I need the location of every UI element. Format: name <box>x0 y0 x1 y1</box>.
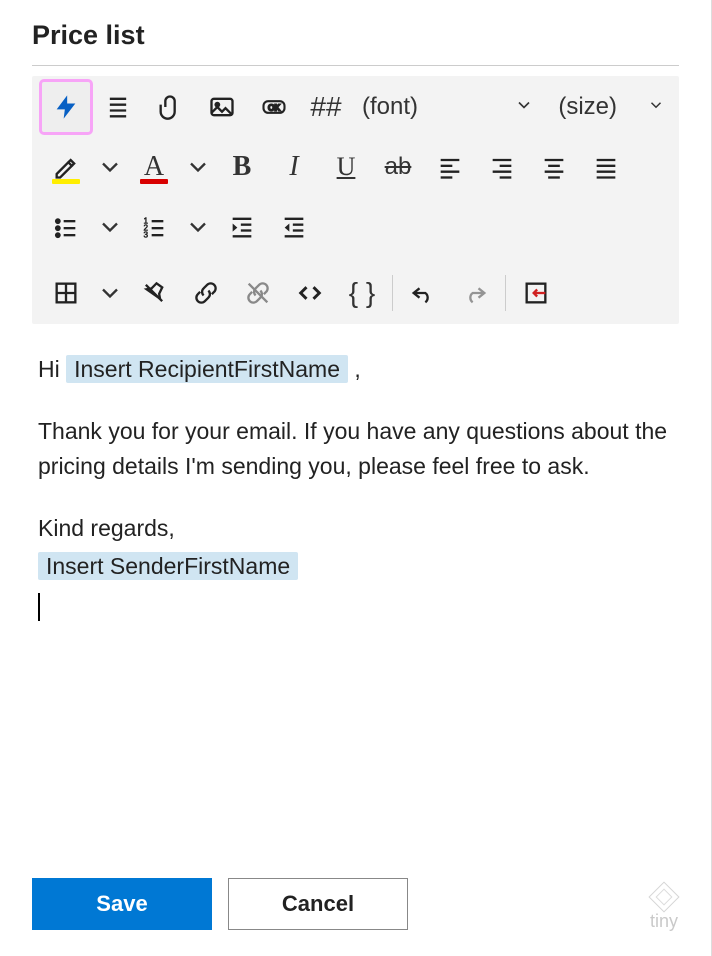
toolbar-separator <box>505 275 506 311</box>
chevron-down-icon <box>184 213 212 241</box>
toolbar-separator <box>392 275 393 311</box>
chevron-down-icon <box>96 153 124 181</box>
chevron-down-icon <box>647 96 665 119</box>
outdent-button[interactable] <box>268 200 320 254</box>
text-color-button[interactable]: A <box>128 140 180 194</box>
svg-text:OK: OK <box>268 104 280 113</box>
chevron-down-icon <box>96 279 124 307</box>
highlight-color-swatch <box>52 179 80 184</box>
highlighter-icon <box>52 153 80 181</box>
greeting-line: Hi Insert RecipientFirstName , <box>38 352 673 388</box>
braces-icon: { } <box>349 277 375 309</box>
chevron-down-icon <box>514 95 534 120</box>
save-button[interactable]: Save <box>32 878 212 930</box>
font-family-label: (font) <box>362 93 418 121</box>
signoff-line: Kind regards, <box>38 511 673 547</box>
ok-badge-icon: OK <box>260 93 288 121</box>
bullet-list-button[interactable] <box>40 200 92 254</box>
align-left-button[interactable] <box>424 140 476 194</box>
insert-link-button[interactable] <box>180 266 232 320</box>
insert-button-button[interactable]: OK <box>248 80 300 134</box>
numbered-list-button[interactable]: 123 <box>128 200 180 254</box>
text-color-swatch <box>140 179 168 184</box>
editor-panel: Price list OK ## (font) <box>0 0 712 956</box>
align-left-icon <box>436 153 464 181</box>
body-paragraph: Thank you for your email. If you have an… <box>38 414 673 485</box>
table-button[interactable] <box>40 266 92 320</box>
bullet-list-dropdown[interactable] <box>92 200 128 254</box>
indent-icon <box>228 213 256 241</box>
underline-button[interactable]: U <box>320 140 372 194</box>
line-spacing-icon <box>104 93 132 121</box>
title-divider <box>32 65 679 66</box>
import-arrow-icon <box>522 279 550 307</box>
undo-icon <box>409 279 437 307</box>
link-icon <box>192 279 220 307</box>
bullet-list-icon <box>52 213 80 241</box>
align-right-button[interactable] <box>476 140 528 194</box>
import-button[interactable] <box>510 266 562 320</box>
tiny-branding: tiny <box>650 886 678 930</box>
quick-action-button[interactable] <box>40 80 92 134</box>
heading-button[interactable]: ## <box>300 80 352 134</box>
code-icon <box>296 279 324 307</box>
align-center-icon <box>540 153 568 181</box>
lightning-icon <box>52 93 80 121</box>
font-size-label: (size) <box>558 93 617 121</box>
align-center-button[interactable] <box>528 140 580 194</box>
align-justify-icon <box>592 153 620 181</box>
highlight-color-dropdown[interactable] <box>92 140 128 194</box>
sender-placeholder-chip[interactable]: Insert SenderFirstName <box>38 552 298 580</box>
redo-icon <box>461 279 489 307</box>
code-block-button[interactable]: { } <box>336 266 388 320</box>
attachment-button[interactable] <box>144 80 196 134</box>
page-title: Price list <box>32 20 679 51</box>
greeting-suffix-text: , <box>354 356 360 382</box>
tiny-logo-text: tiny <box>650 912 678 930</box>
undo-button[interactable] <box>397 266 449 320</box>
highlight-color-button[interactable] <box>40 140 92 194</box>
tiny-logo-icon <box>648 881 679 912</box>
table-dropdown[interactable] <box>92 266 128 320</box>
outdent-icon <box>280 213 308 241</box>
editor-toolbar: OK ## (font) (size) A <box>32 76 679 324</box>
indent-button[interactable] <box>216 200 268 254</box>
text-cursor <box>38 593 40 621</box>
editor-content[interactable]: Hi Insert RecipientFirstName , Thank you… <box>32 324 679 872</box>
sender-line: Insert SenderFirstName <box>38 549 673 585</box>
chevron-down-icon <box>184 153 212 181</box>
italic-button[interactable]: I <box>268 140 320 194</box>
text-color-dropdown[interactable] <box>180 140 216 194</box>
greeting-prefix-text: Hi <box>38 356 66 382</box>
svg-text:3: 3 <box>144 231 149 240</box>
align-justify-button[interactable] <box>580 140 632 194</box>
cancel-button[interactable]: Cancel <box>228 878 408 930</box>
code-button[interactable] <box>284 266 336 320</box>
action-bar: Save Cancel <box>32 872 679 946</box>
numbered-list-icon: 123 <box>140 213 168 241</box>
insert-image-button[interactable] <box>196 80 248 134</box>
strikethrough-button[interactable]: ab <box>372 140 424 194</box>
unlink-icon <box>244 279 272 307</box>
image-icon <box>208 93 236 121</box>
strikethrough-icon: ab <box>385 153 412 181</box>
paperclip-icon <box>156 93 184 121</box>
chevron-down-icon <box>96 213 124 241</box>
redo-button[interactable] <box>449 266 501 320</box>
font-size-select[interactable]: (size) <box>544 80 671 134</box>
unpin-button[interactable] <box>128 266 180 320</box>
numbered-list-dropdown[interactable] <box>180 200 216 254</box>
remove-link-button[interactable] <box>232 266 284 320</box>
recipient-placeholder-chip[interactable]: Insert RecipientFirstName <box>66 355 348 383</box>
font-family-select[interactable]: (font) <box>352 93 544 121</box>
line-height-button[interactable] <box>92 80 144 134</box>
unpin-icon <box>140 279 168 307</box>
align-right-icon <box>488 153 516 181</box>
bold-button[interactable]: B <box>216 140 268 194</box>
table-icon <box>52 279 80 307</box>
